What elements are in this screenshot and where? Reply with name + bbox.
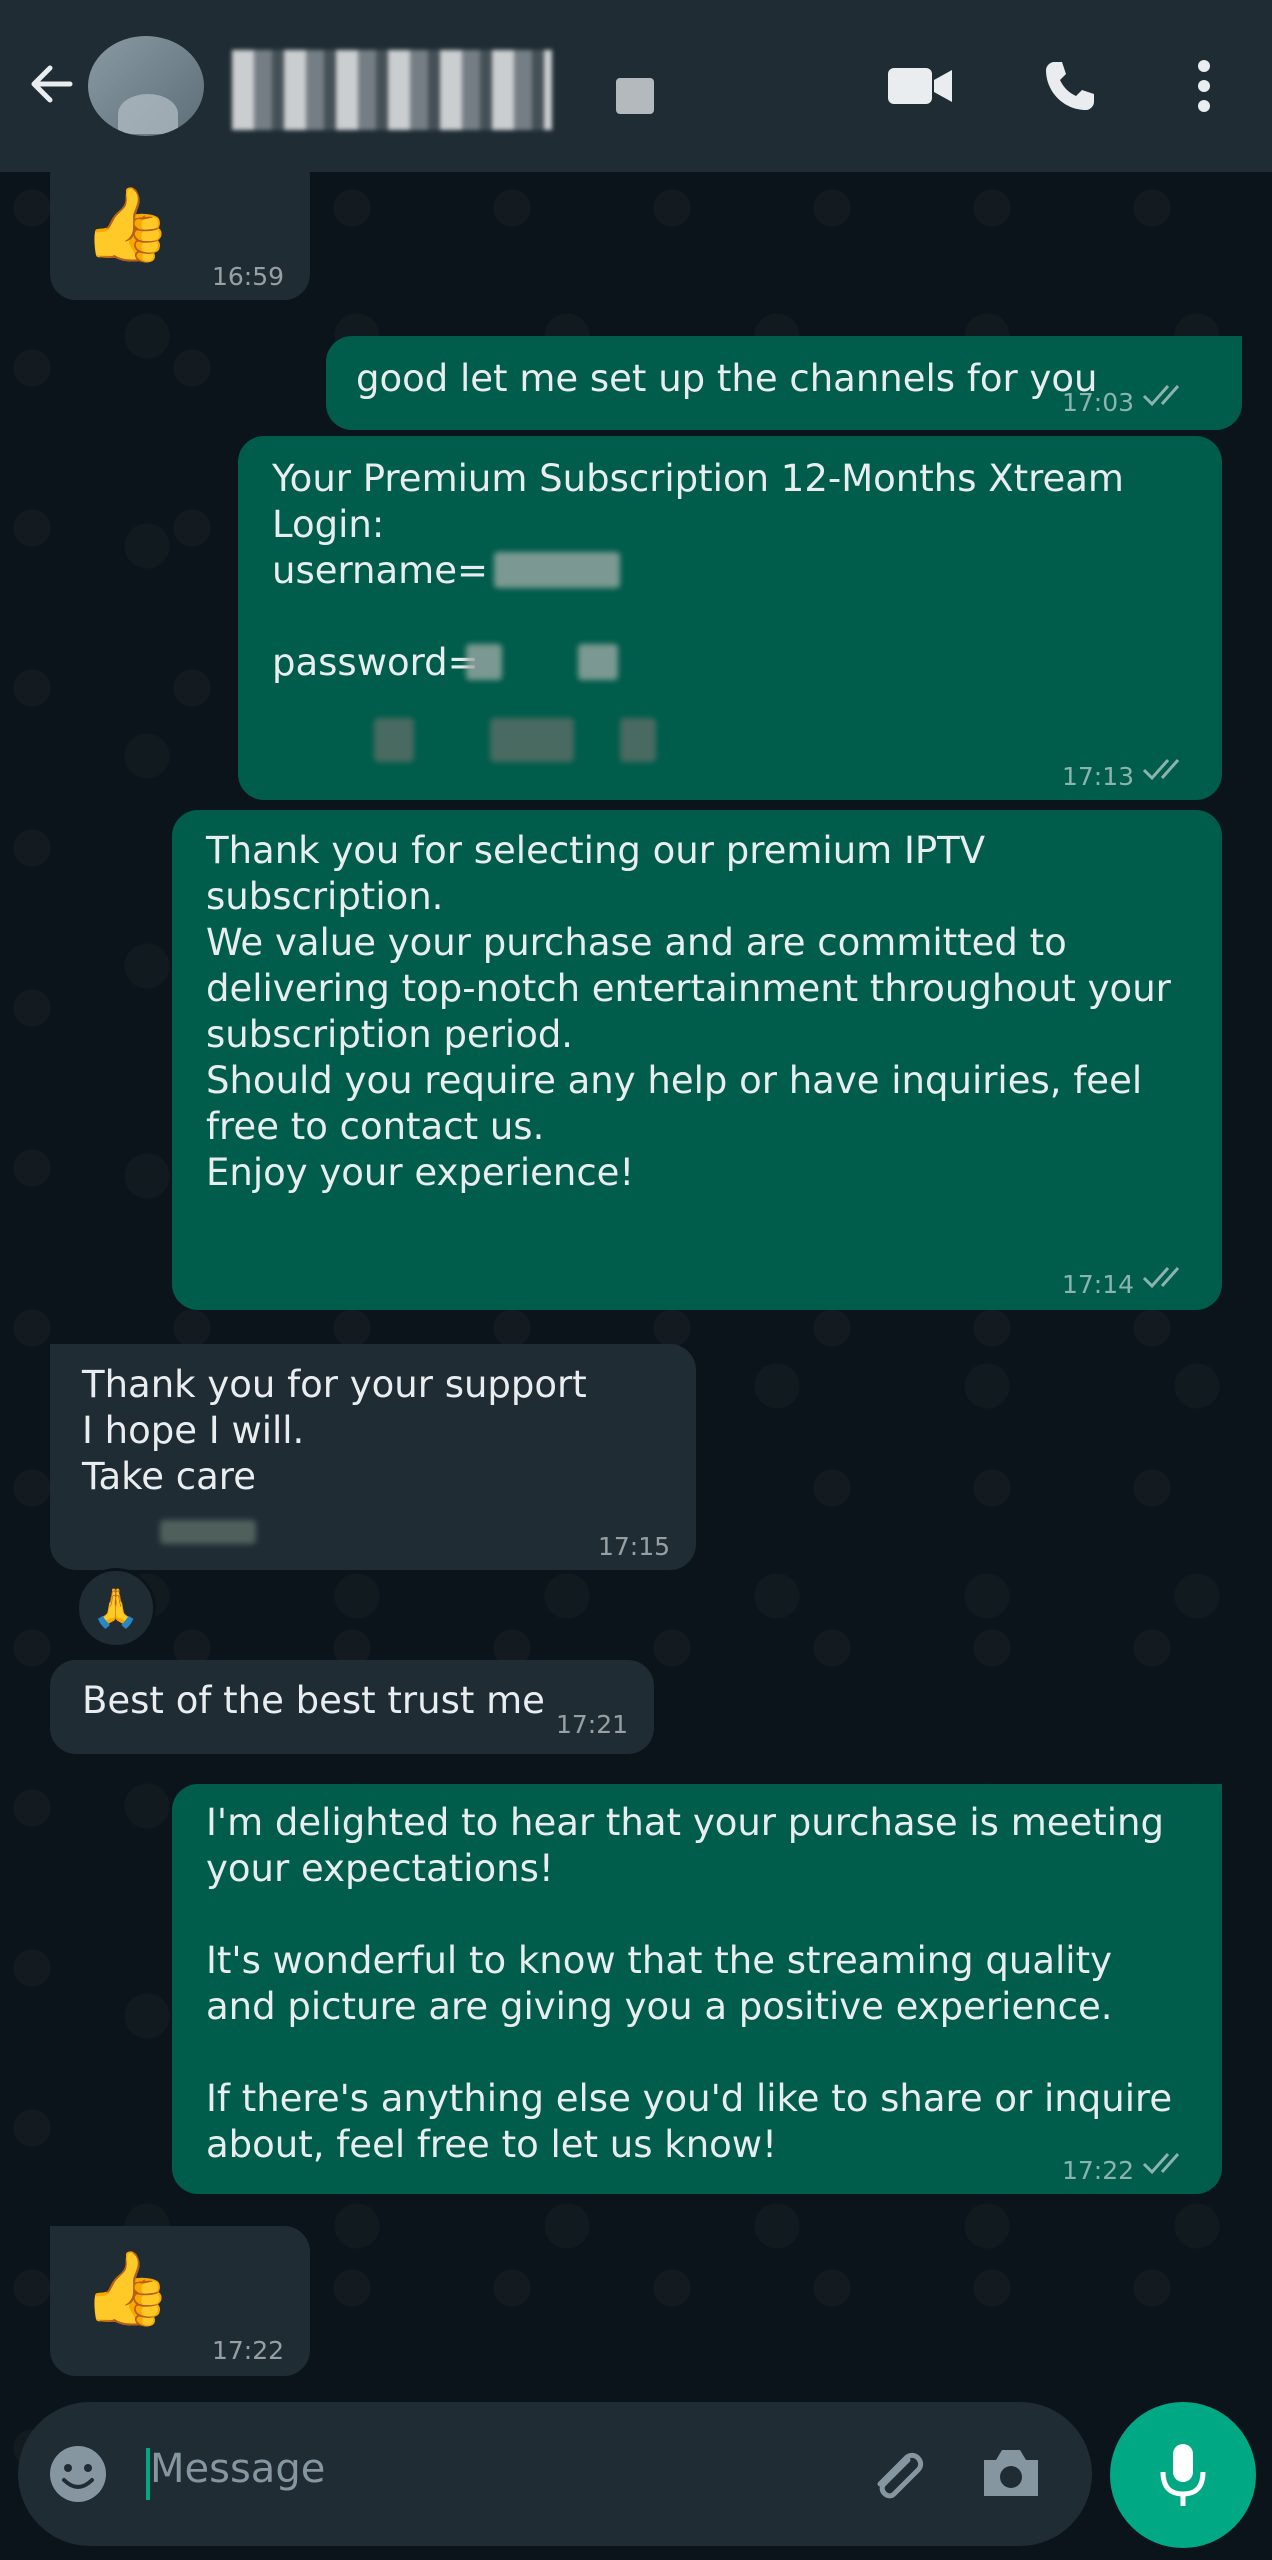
more-options-icon[interactable] [1186,56,1222,116]
message-time: 17:03 [1062,388,1135,417]
contact-name[interactable] [232,50,552,130]
mic-icon [1160,2444,1206,2506]
message-time: 17:13 [1062,762,1135,791]
read-receipt-icon [1142,1267,1180,1289]
attach-icon[interactable] [860,2438,930,2508]
emoji-icon[interactable] [46,2442,110,2506]
camera-icon[interactable] [978,2442,1044,2504]
message-outgoing[interactable]: I'm delighted to hear that your purchase… [172,1784,1222,2194]
message-text-line: Your Premium Subscription 12-Months Xtre… [272,457,1124,546]
read-receipt-icon [1142,2153,1180,2175]
message-time: 17:21 [556,1710,629,1739]
redacted-username [494,552,620,588]
message-time: 17:15 [598,1532,671,1561]
chat-header [0,0,1272,172]
message-text: Best of the best trust me [82,1679,545,1722]
redacted-text [374,718,414,762]
back-arrow-icon[interactable] [24,56,80,112]
message-paragraph: We value your purchase and are committed… [206,921,1171,1056]
message-input[interactable]: Message [150,2446,325,2492]
message-incoming[interactable]: 👍 16:59 [50,150,310,300]
message-text: good let me set up the channels for you [356,357,1098,400]
voice-call-icon[interactable] [1040,56,1100,116]
message-incoming[interactable]: Thank you for your support I hope I will… [50,1344,696,1570]
contact-avatar[interactable] [88,36,204,136]
video-call-icon[interactable] [884,58,956,114]
redacted-text [160,1520,256,1544]
message-time: 16:59 [212,262,285,291]
thumbs-up-emoji: 👍 [82,182,172,266]
message-composer: Message [18,2402,1092,2546]
message-outgoing[interactable]: Your Premium Subscription 12-Months Xtre… [238,436,1222,800]
read-receipt-icon [1142,385,1180,407]
message-text-line: password= [272,641,479,684]
message-text-line: username= [272,549,488,592]
message-time: 17:14 [1062,1270,1135,1299]
contact-name-badge [616,78,654,114]
message-paragraph: If there's anything else you'd like to s… [206,2077,1173,2166]
message-incoming[interactable]: 👍 17:22 [50,2226,310,2376]
message-paragraph: Enjoy your experience! [206,1151,635,1194]
message-time: 17:22 [1062,2156,1135,2185]
message-paragraph: I'm delighted to hear that your purchase… [206,1801,1164,1890]
message-outgoing[interactable]: Thank you for selecting our premium IPTV… [172,810,1222,1310]
voice-record-button[interactable] [1110,2402,1256,2548]
message-incoming[interactable]: Best of the best trust me 17:21 [50,1660,654,1754]
message-paragraph: Thank you for selecting our premium IPTV… [206,829,986,918]
message-time: 17:22 [212,2336,285,2365]
read-receipt-icon [1142,759,1180,781]
message-text: Thank you for your support I hope I will… [82,1363,587,1498]
redacted-text [490,718,574,762]
redacted-text [620,718,656,762]
redacted-password [466,644,502,680]
message-paragraph: It's wonderful to know that the streamin… [206,1939,1113,2028]
message-outgoing[interactable]: good let me set up the channels for you … [326,336,1242,430]
redacted-password [578,644,618,680]
thumbs-up-emoji: 👍 [82,2246,172,2330]
message-reaction[interactable]: 🙏 [76,1568,156,1648]
message-paragraph: Should you require any help or have inqu… [206,1059,1143,1148]
